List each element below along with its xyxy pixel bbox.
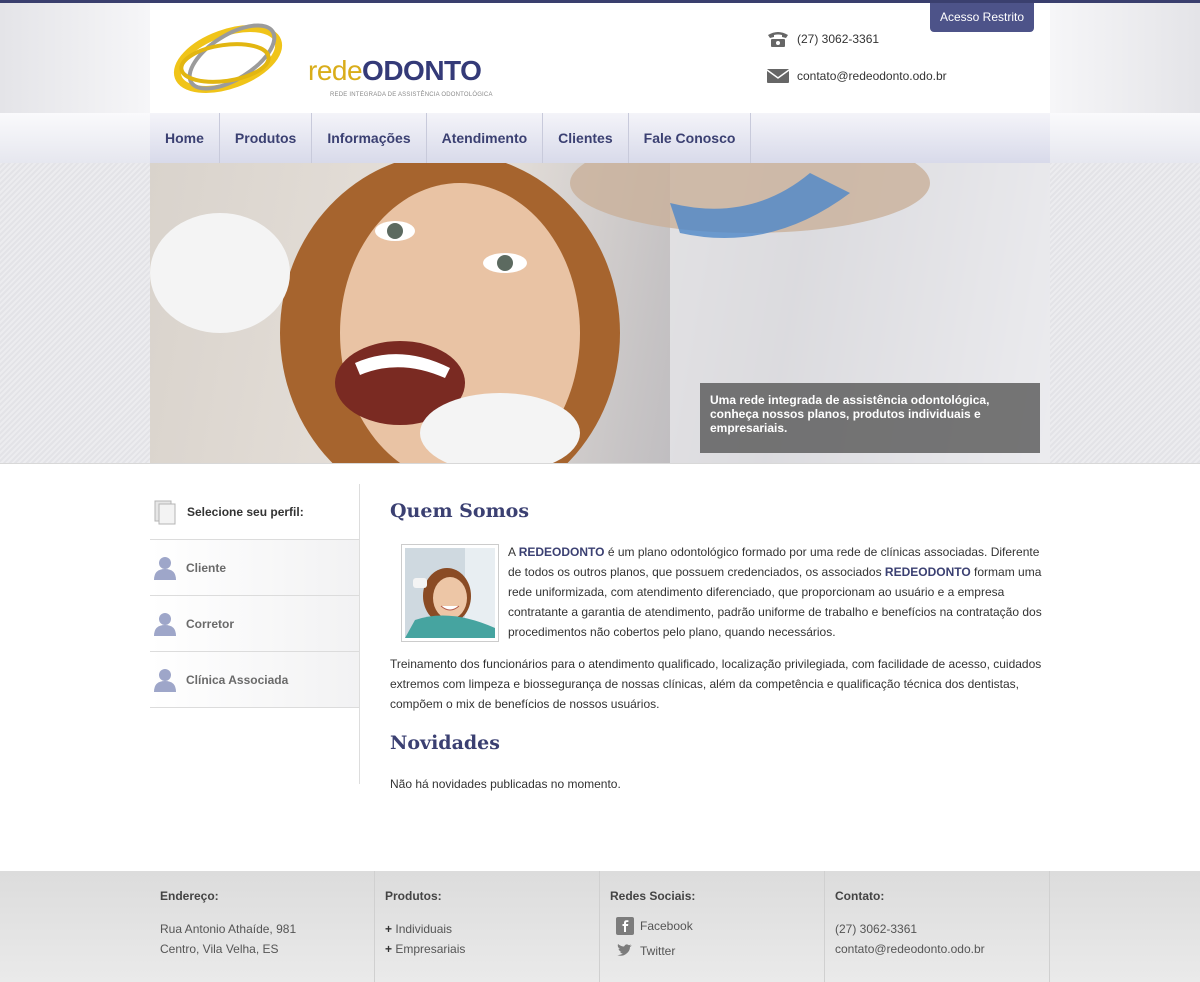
user-icon: [154, 668, 176, 692]
plus-icon: +: [385, 942, 393, 956]
envelope-icon: [765, 67, 791, 85]
footer-product-individuais[interactable]: + Individuais: [385, 919, 589, 939]
footer-contact-title: Contato:: [835, 889, 885, 903]
about-text: A: [508, 545, 519, 559]
nav-atendimento[interactable]: Atendimento: [427, 113, 544, 163]
profile-sidebar: Selecione seu perfil: Cliente Corretor C…: [150, 484, 360, 784]
about-paragraph-1: A REDEODONTO é um plano odontológico for…: [508, 542, 1050, 642]
sidebar-item-clinica-associada[interactable]: Clínica Associada: [150, 652, 359, 708]
footer-products-title: Produtos:: [385, 889, 442, 903]
sidebar-item-label: Corretor: [186, 616, 235, 631]
nav-clientes[interactable]: Clientes: [543, 113, 629, 163]
footer-product-label: Empresariais: [395, 942, 466, 956]
sidebar-title: Selecione seu perfil:: [187, 504, 304, 519]
facebook-link[interactable]: Facebook: [610, 913, 814, 938]
news-title: Novidades: [390, 732, 500, 754]
sidebar-item-label: Clínica Associada: [186, 672, 289, 687]
footer-products: Produtos: + Individuais + Empresariais: [375, 871, 600, 982]
brand-name: REDEODONTO: [884, 565, 971, 579]
header-phone-text: (27) 3062-3361: [797, 32, 880, 46]
main-content: Quem Somos A REDEODONTO é um plano odont…: [390, 500, 1050, 794]
about-thumbnail: [401, 544, 499, 642]
user-icon: [154, 612, 176, 636]
nav-informacoes[interactable]: Informações: [312, 113, 427, 163]
header-email[interactable]: contato@redeodonto.odo.br: [765, 67, 947, 85]
footer-social: Redes Sociais: Facebook Twitter: [600, 871, 825, 982]
logo-subtitle: REDE INTEGRADA DE ASSISTÊNCIA ODONTOLÓGI…: [330, 92, 493, 98]
footer-address-line: Rua Antonio Athaíde, 981: [160, 922, 297, 936]
logo-rings-icon: [173, 23, 283, 93]
logo-text: redeODONTO: [308, 55, 482, 87]
footer-address: Endereço: Rua Antonio Athaíde, 981 Centr…: [150, 871, 375, 982]
facebook-icon: [616, 916, 634, 935]
documents-icon: [154, 500, 176, 524]
main-nav: Home Produtos Informações Atendimento Cl…: [150, 113, 1050, 163]
footer-address-title: Endereço:: [160, 889, 219, 903]
sidebar-item-corretor[interactable]: Corretor: [150, 596, 359, 652]
hero-caption: Uma rede integrada de assistência odonto…: [700, 383, 1040, 453]
logo-text-rede: rede: [308, 55, 363, 86]
user-icon: [154, 556, 176, 580]
footer-contact-phone: (27) 3062-3361: [835, 922, 918, 936]
facebook-label: Facebook: [640, 918, 693, 933]
plus-icon: +: [385, 922, 393, 936]
logo-text-odonto: ODONTO: [362, 55, 482, 86]
twitter-label: Twitter: [640, 943, 676, 958]
sidebar-item-cliente[interactable]: Cliente: [150, 540, 359, 596]
footer-contact-email[interactable]: contato@redeodonto.odo.br: [835, 939, 1039, 959]
restricted-access-button[interactable]: Acesso Restrito: [930, 3, 1034, 32]
sidebar-header: Selecione seu perfil:: [150, 484, 359, 540]
site-header: redeODONTO REDE INTEGRADA DE ASSISTÊNCIA…: [150, 3, 1050, 113]
sidebar-item-label: Cliente: [186, 560, 227, 575]
footer-product-empresariais[interactable]: + Empresariais: [385, 939, 589, 959]
about-title: Quem Somos: [390, 500, 530, 522]
nav-fale-conosco[interactable]: Fale Conosco: [629, 113, 752, 163]
nav-produtos[interactable]: Produtos: [220, 113, 313, 163]
brand-name: REDEODONTO: [518, 545, 605, 559]
logo[interactable]: redeODONTO REDE INTEGRADA DE ASSISTÊNCIA…: [170, 15, 492, 105]
header-phone: (27) 3062-3361: [765, 30, 879, 48]
footer-address-line: Centro, Vila Velha, ES: [160, 942, 279, 956]
footer-contact: Contato: (27) 3062-3361 contato@redeodon…: [825, 871, 1050, 982]
section-divider: [0, 463, 1200, 464]
twitter-icon: [617, 943, 632, 956]
nav-home[interactable]: Home: [150, 113, 220, 163]
news-empty-text: Não há novidades publicadas no momento.: [390, 777, 621, 791]
footer-social-title: Redes Sociais:: [610, 889, 696, 903]
hero-banner-image: Uma rede integrada de assistência odonto…: [150, 163, 1050, 463]
phone-icon: [765, 30, 791, 48]
header-email-text[interactable]: contato@redeodonto.odo.br: [797, 69, 947, 83]
site-footer: Endereço: Rua Antonio Athaíde, 981 Centr…: [0, 871, 1200, 982]
footer-product-label: Individuais: [395, 922, 453, 936]
about-paragraph-2: Treinamento dos funcionários para o aten…: [390, 657, 1042, 711]
twitter-link[interactable]: Twitter: [610, 938, 814, 963]
